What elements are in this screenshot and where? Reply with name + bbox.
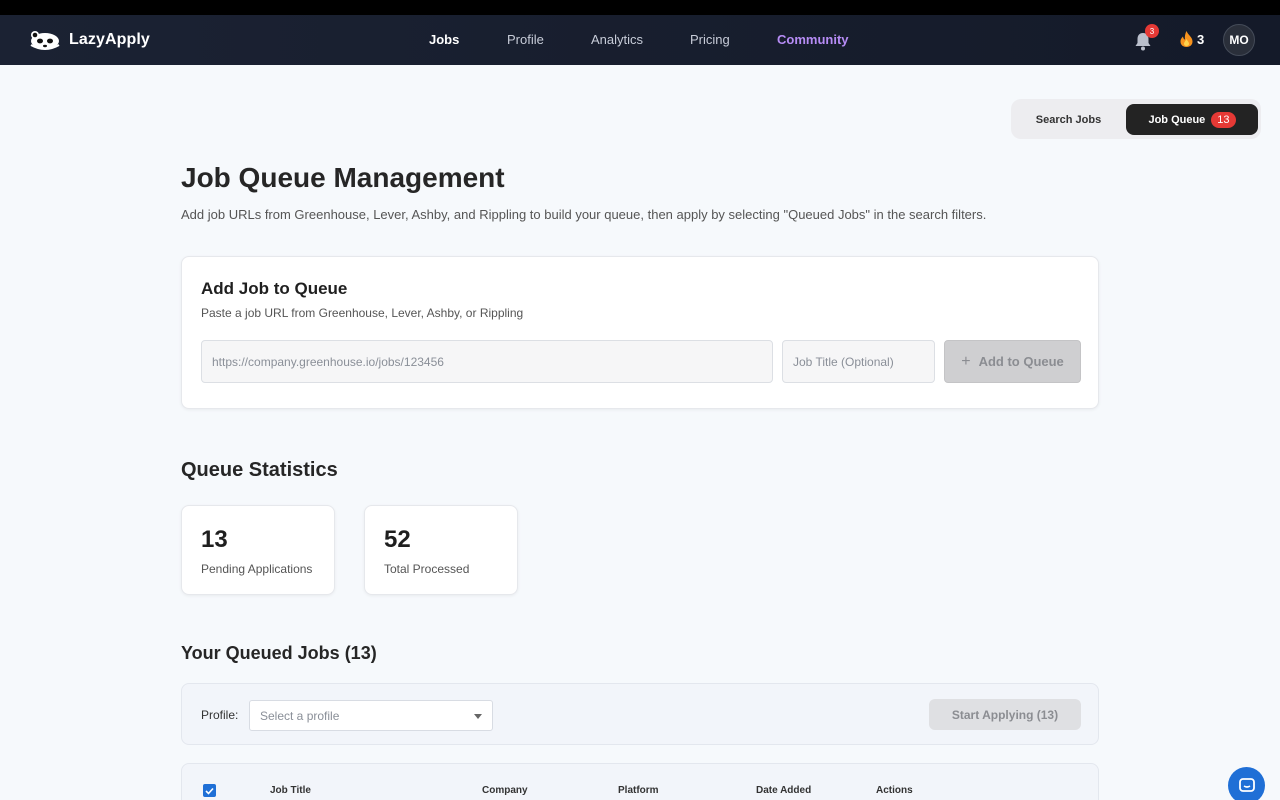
notification-badge: 3 bbox=[1145, 24, 1159, 38]
streak-counter[interactable]: 3 bbox=[1179, 30, 1204, 48]
column-header-date-added[interactable]: Date Added bbox=[756, 785, 811, 796]
stat-label: Total Processed bbox=[384, 562, 470, 576]
tab-job-queue-label: Job Queue bbox=[1148, 113, 1206, 126]
stat-label: Pending Applications bbox=[201, 562, 313, 576]
add-job-card: Add Job to Queue Paste a job URL from Gr… bbox=[181, 256, 1099, 409]
page-subtitle: Add job URLs from Greenhouse, Lever, Ash… bbox=[181, 207, 987, 222]
add-to-queue-button[interactable]: + Add to Queue bbox=[944, 340, 1081, 383]
nav-link-profile[interactable]: Profile bbox=[507, 32, 544, 47]
plus-icon: + bbox=[961, 352, 971, 370]
queued-jobs-table: Job Title Company Platform Date Added Ac… bbox=[181, 763, 1099, 800]
stat-card-pending: 13 Pending Applications bbox=[181, 505, 335, 595]
add-to-queue-label: Add to Queue bbox=[978, 354, 1064, 369]
nav-link-analytics[interactable]: Analytics bbox=[591, 32, 643, 47]
avatar[interactable]: MO bbox=[1223, 24, 1255, 56]
flame-icon bbox=[1180, 31, 1193, 47]
job-title-input[interactable] bbox=[782, 340, 935, 383]
profile-select-value: Select a profile bbox=[260, 708, 340, 723]
add-job-subtitle: Paste a job URL from Greenhouse, Lever, … bbox=[201, 306, 524, 320]
job-url-input[interactable] bbox=[201, 340, 773, 383]
stat-value: 52 bbox=[384, 526, 411, 553]
column-header-company[interactable]: Company bbox=[482, 785, 528, 796]
profile-select[interactable]: Select a profile bbox=[249, 700, 493, 731]
queue-filter-bar: Profile: Select a profile Start Applying… bbox=[181, 683, 1099, 745]
start-applying-button[interactable]: Start Applying (13) bbox=[929, 699, 1081, 730]
streak-count: 3 bbox=[1197, 31, 1205, 47]
column-header-actions: Actions bbox=[876, 785, 913, 796]
chat-icon[interactable] bbox=[1228, 767, 1265, 800]
nav-link-pricing[interactable]: Pricing bbox=[690, 32, 730, 47]
main-nav: Jobs Profile Analytics Pricing Community bbox=[0, 15, 1280, 65]
queue-count-badge: 13 bbox=[1211, 111, 1236, 128]
checkbox-checked-icon[interactable] bbox=[203, 784, 216, 797]
nav-link-community[interactable]: Community bbox=[777, 32, 849, 47]
queued-jobs-title: Your Queued Jobs (13) bbox=[181, 643, 377, 663]
tab-search-jobs[interactable]: Search Jobs bbox=[1025, 104, 1112, 135]
nav-link-jobs[interactable]: Jobs bbox=[429, 32, 459, 47]
tab-job-queue[interactable]: Job Queue 13 bbox=[1126, 104, 1258, 135]
add-job-title: Add Job to Queue bbox=[201, 279, 348, 298]
queue-statistics-title: Queue Statistics bbox=[181, 459, 338, 481]
top-navbar: LazyApply Jobs Profile Analytics Pricing… bbox=[0, 15, 1280, 65]
page-title: Job Queue Management bbox=[181, 162, 505, 193]
profile-label: Profile: bbox=[201, 708, 239, 722]
top-black-strip bbox=[0, 0, 1280, 15]
chevron-down-icon bbox=[474, 714, 482, 719]
column-header-platform[interactable]: Platform bbox=[618, 785, 659, 796]
stat-card-total-processed: 52 Total Processed bbox=[364, 505, 518, 595]
stat-value: 13 bbox=[201, 526, 228, 553]
column-header-job-title[interactable]: Job Title bbox=[270, 785, 311, 796]
